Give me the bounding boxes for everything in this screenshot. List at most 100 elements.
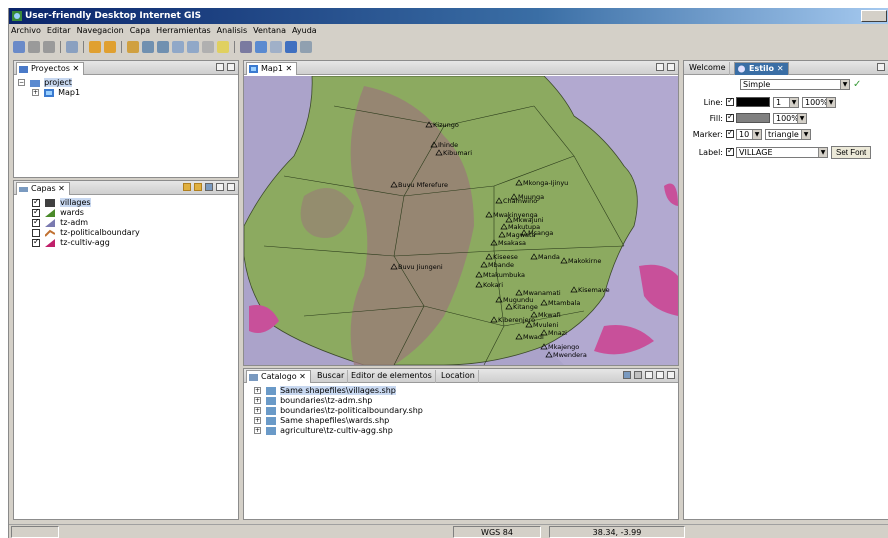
zoom-out-icon[interactable] (187, 41, 199, 53)
expand-icon[interactable]: + (32, 89, 39, 96)
fill-opacity-select[interactable]: 100% ▼ (773, 112, 807, 124)
expand-icon[interactable]: + (254, 417, 261, 424)
info-tool-icon[interactable] (285, 41, 297, 53)
remove-icon[interactable] (634, 371, 642, 379)
new-icon[interactable] (13, 41, 25, 53)
zoom-in-icon[interactable] (172, 41, 184, 53)
status-crs[interactable]: WGS 84 (453, 526, 541, 538)
forward-arrow-icon[interactable] (104, 41, 116, 53)
layer-item-wards[interactable]: wards (32, 207, 234, 218)
print-icon[interactable] (66, 41, 78, 53)
layer-options-icon[interactable] (205, 183, 213, 191)
tab-catalogo[interactable]: Catalogo ✕ (246, 370, 311, 383)
zoom-extent-icon[interactable] (142, 41, 154, 53)
tab-capas[interactable]: Capas ✕ (16, 182, 70, 195)
tab-buscar[interactable]: Buscar (314, 370, 349, 383)
layer-visibility-checkbox[interactable] (32, 217, 40, 227)
tab-map1[interactable]: Map1 ✕ (246, 62, 298, 75)
layer-item-tz-politicalboundary[interactable]: tz-politicalboundary (32, 228, 234, 238)
set-font-button[interactable]: Set Font (831, 145, 872, 159)
menu-ayuda[interactable]: Ayuda (292, 24, 317, 38)
pan-icon[interactable] (127, 41, 139, 53)
village-label: Kokari (483, 281, 503, 289)
minimize-icon[interactable] (216, 183, 224, 191)
fill-color-swatch[interactable] (736, 113, 770, 123)
layer-item-tz-cultiv-agg[interactable]: tz-cultiv-agg (32, 237, 234, 248)
layer-item-tz-adm[interactable]: tz-adm (32, 217, 234, 228)
label-field-select[interactable]: VILLAGE ▼ (736, 146, 828, 158)
minimize-icon[interactable] (877, 63, 885, 71)
menu-navegacion[interactable]: Navegacion (77, 24, 124, 38)
back-arrow-icon[interactable] (89, 41, 101, 53)
move-down-icon[interactable] (194, 183, 202, 191)
minimize-icon[interactable] (656, 371, 664, 379)
style-mode-select[interactable]: Simple ▼ (740, 79, 850, 90)
menu-capa[interactable]: Capa (130, 24, 150, 38)
maximize-icon[interactable] (667, 371, 675, 379)
refresh-icon[interactable] (202, 41, 214, 53)
tab-location[interactable]: Location (438, 370, 479, 383)
tab-estilo[interactable]: Estilo ✕ (734, 62, 789, 75)
catalog-item-label: boundaries\tz-adm.shp (280, 396, 373, 405)
line-opacity-select[interactable]: 100% ▼ (802, 96, 836, 108)
village-label: Makokirne (568, 257, 601, 265)
layer-item-villages[interactable]: villages (32, 197, 234, 208)
map-canvas[interactable]: Kizungo IhindeKibumari Buvu Mferefure Mkong… (244, 76, 678, 365)
village-label: Buvu Jiungeni (398, 263, 443, 271)
line-color-swatch[interactable] (736, 97, 770, 107)
tree-item-map1[interactable]: + Map1 (18, 88, 234, 98)
save-icon[interactable] (28, 41, 40, 53)
zoom-full-icon[interactable] (157, 41, 169, 53)
view-menu-icon[interactable] (645, 371, 653, 379)
menu-herramientas[interactable]: Herramientas (156, 24, 211, 38)
catalog-item[interactable]: + Same shapefiles\wards.shp (254, 416, 674, 426)
tab-welcome[interactable]: Welcome (686, 62, 730, 75)
line-width-select[interactable]: 1 ▼ (773, 96, 799, 108)
tab-editor-de-elementos[interactable]: Editor de elementos (348, 370, 436, 383)
layer-visibility-checkbox[interactable] (32, 207, 40, 217)
tab-estilo-label: Estilo (749, 64, 775, 73)
label-checkbox[interactable] (726, 146, 734, 156)
expand-icon[interactable]: + (254, 427, 261, 434)
collapse-icon[interactable]: − (18, 79, 25, 86)
catalog-item[interactable]: + boundaries\tz-politicalboundary.shp (254, 406, 674, 416)
menu-editar[interactable]: Editar (47, 24, 71, 38)
expand-icon[interactable]: + (254, 387, 261, 394)
apply-check-icon[interactable]: ✓ (853, 79, 861, 90)
catalog-item[interactable]: + boundaries\tz-adm.shp (254, 396, 674, 406)
line-checkbox[interactable] (726, 96, 734, 106)
menu-archivo[interactable]: Archivo (11, 24, 41, 38)
style-panel-controls (877, 63, 885, 71)
select-tool-icon[interactable] (240, 41, 252, 53)
settings-tool-icon[interactable] (300, 41, 312, 53)
expand-icon[interactable]: + (254, 397, 261, 404)
village-label: Kiseese (493, 253, 518, 261)
maximize-icon[interactable] (667, 63, 675, 71)
marker-checkbox[interactable] (726, 128, 734, 138)
layer-visibility-checkbox[interactable] (32, 197, 40, 207)
tab-capas-label: Capas (31, 184, 56, 193)
layer-visibility-checkbox[interactable] (32, 237, 40, 247)
maximize-icon[interactable] (227, 183, 235, 191)
tab-proyectos[interactable]: Proyectos ✕ (16, 62, 85, 75)
marker-shape-select[interactable]: triangle ▼ (765, 128, 811, 140)
tree-item-project[interactable]: − project (18, 78, 234, 88)
shape-tool-icon[interactable] (270, 41, 282, 53)
layer-visibility-checkbox[interactable] (32, 228, 40, 237)
edit-icon[interactable] (217, 41, 229, 53)
minimize-icon[interactable] (656, 63, 664, 71)
menu-ventana[interactable]: Ventana (253, 24, 286, 38)
save-all-icon[interactable] (43, 41, 55, 53)
menu-analisis[interactable]: Analisis (217, 24, 247, 38)
minimize-icon[interactable] (216, 63, 224, 71)
marker-size-select[interactable]: 10 ▼ (736, 128, 762, 140)
maximize-icon[interactable] (227, 63, 235, 71)
catalog-item[interactable]: + agriculture\tz-cultiv-agg.shp (254, 426, 674, 436)
expand-icon[interactable]: + (254, 407, 261, 414)
catalog-connect-icon[interactable] (623, 371, 631, 379)
fill-checkbox[interactable] (726, 112, 734, 122)
window-controls[interactable] (861, 10, 887, 22)
move-tool-icon[interactable] (255, 41, 267, 53)
catalog-item[interactable]: + Same shapefiles\villages.shp (254, 386, 674, 396)
move-up-icon[interactable] (183, 183, 191, 191)
